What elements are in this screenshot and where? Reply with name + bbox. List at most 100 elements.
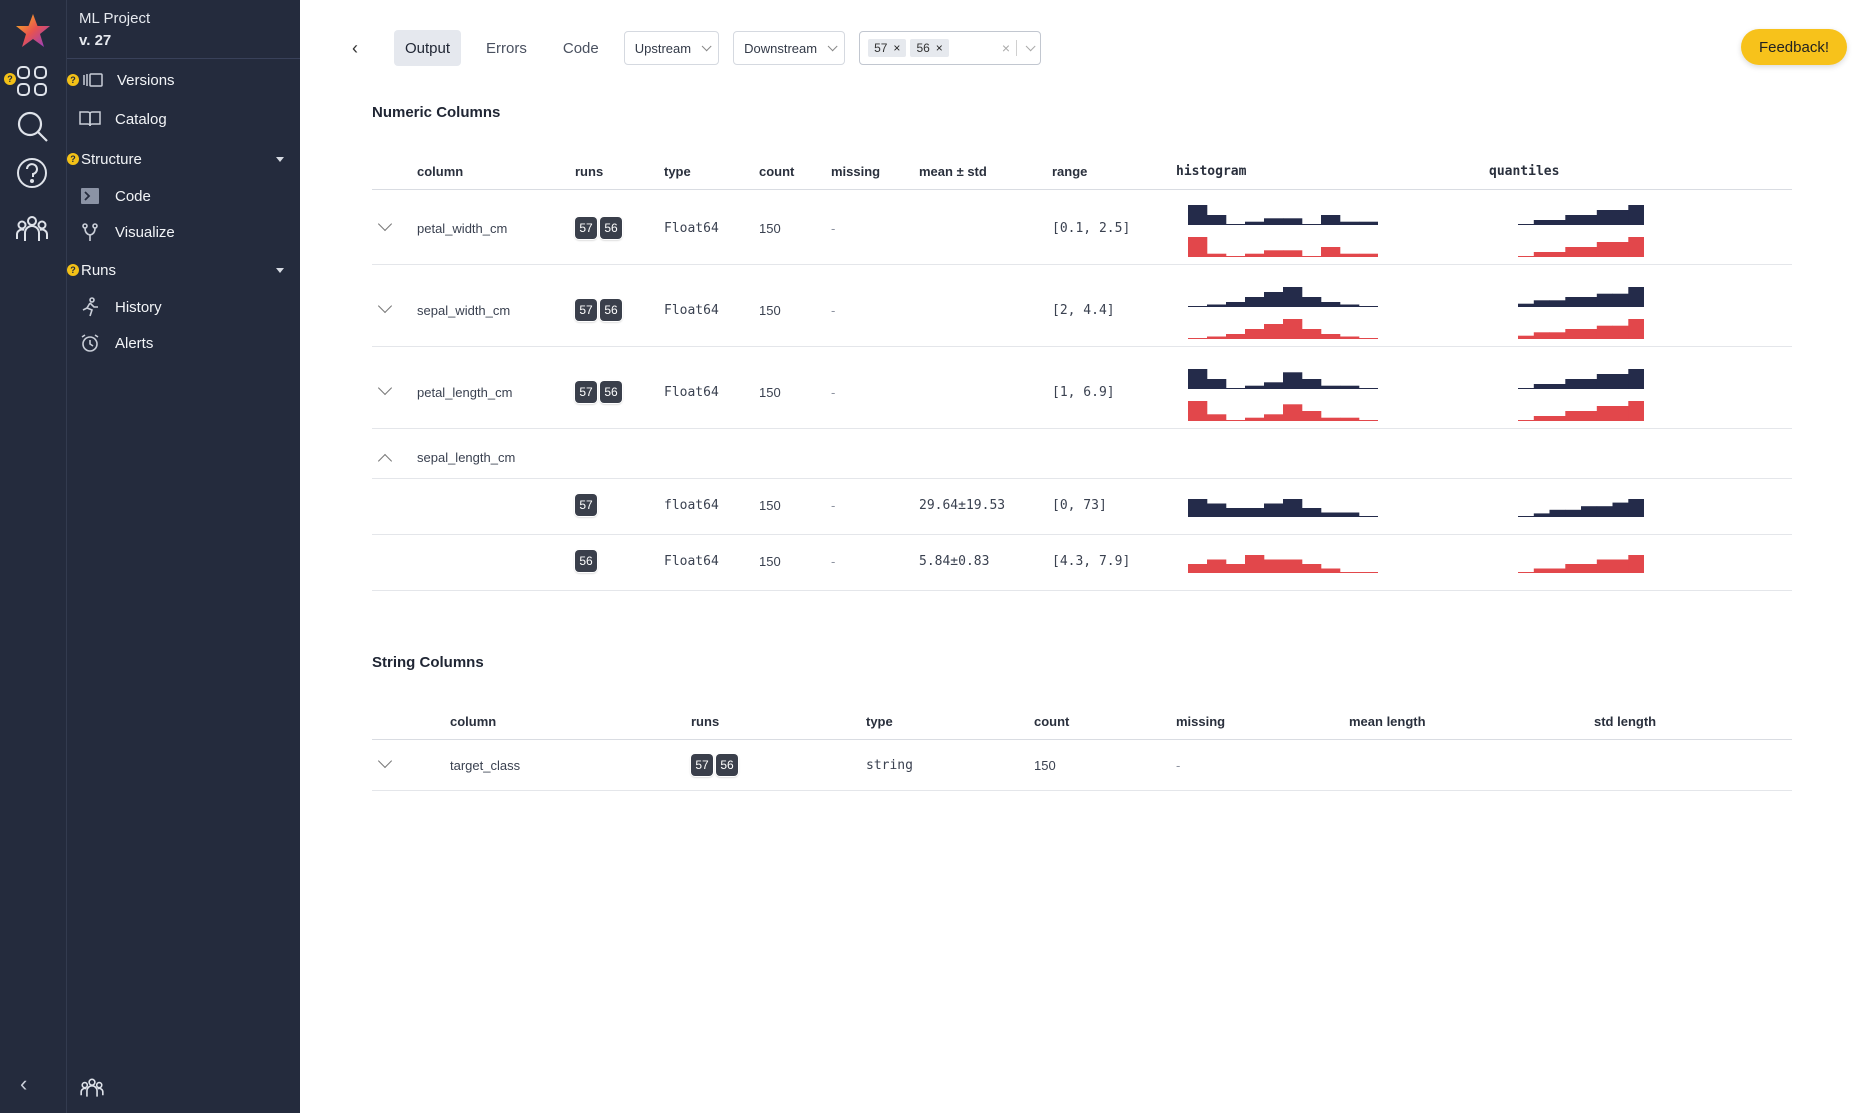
sidebar-item-code[interactable]: Code — [79, 181, 151, 211]
sidebar-group-runs[interactable]: ? Runs — [67, 257, 300, 283]
histogram-chart — [1188, 499, 1378, 517]
missing-value: - — [831, 498, 836, 513]
collapse-row-icon[interactable] — [377, 453, 393, 469]
run-multiselect[interactable]: 57 × 56 × × — [859, 31, 1042, 65]
type-value: string — [866, 758, 913, 773]
sidebar-item-label: History — [115, 298, 162, 316]
expand-row-icon[interactable] — [377, 380, 393, 396]
clear-selection-icon[interactable]: × — [996, 40, 1018, 56]
histogram-bar — [1207, 559, 1227, 573]
numeric-subrow: 56 Float64 150 - 5.84±0.83 [4.3, 7.9] — [372, 535, 1792, 591]
quantiles-chart — [1518, 555, 1644, 573]
quantiles-bottom-bar — [1565, 329, 1582, 339]
run-badge: 57 — [691, 754, 713, 776]
chevron-down-icon[interactable] — [1025, 40, 1036, 51]
sidebar-item-label: Code — [115, 187, 151, 205]
quantiles-bottom-bar — [1549, 416, 1566, 421]
header-missing: missing — [1176, 714, 1226, 729]
histogram-bottom-bar — [1264, 250, 1284, 257]
numeric-row[interactable]: petal_length_cm 57 56 Float64 150 - [1, 6… — [372, 347, 1792, 429]
histogram-bottom-bar — [1245, 329, 1265, 339]
sidebar-item-history[interactable]: History — [79, 292, 162, 322]
quantiles-bar — [1581, 506, 1598, 517]
app-logo-icon[interactable] — [14, 12, 52, 50]
downstream-dropdown[interactable]: Downstream — [733, 31, 846, 65]
quantiles-bar — [1549, 509, 1566, 517]
run-badge: 57 — [575, 299, 597, 321]
histogram-bottom-bar — [1321, 417, 1341, 421]
numeric-row[interactable]: petal_width_cm 57 56 Float64 150 - [0.1, … — [372, 183, 1792, 265]
quantiles-bar — [1596, 506, 1613, 517]
histogram-bar — [1321, 512, 1341, 517]
header-histogram: histogram — [1176, 164, 1247, 179]
remove-chip-icon[interactable]: × — [936, 41, 943, 55]
histogram-bottom-bar — [1264, 324, 1284, 339]
numeric-row[interactable]: sepal_width_cm 57 56 Float64 150 - [2, 4.… — [372, 265, 1792, 347]
downstream-label: Downstream — [744, 40, 818, 56]
histogram-bottom-bar — [1226, 334, 1246, 339]
quantiles-bottom-bar — [1581, 247, 1598, 257]
quantiles-top-bar — [1628, 287, 1644, 307]
quantiles-bottom-bar — [1596, 406, 1613, 421]
back-icon[interactable]: ‹ — [352, 38, 376, 59]
histogram-bottom-bar — [1245, 417, 1265, 421]
expand-row-icon[interactable] — [377, 216, 393, 232]
quantiles-bottom-chart — [1518, 237, 1644, 257]
tab-errors[interactable]: Errors — [475, 30, 538, 66]
quantiles-bar — [1581, 564, 1598, 573]
expand-row-icon[interactable] — [377, 753, 393, 769]
tab-output[interactable]: Output — [394, 30, 462, 66]
apps-grid-icon[interactable] — [14, 63, 50, 99]
histogram-top-bar — [1359, 221, 1378, 225]
runner-icon — [79, 296, 101, 318]
histogram-top-bar — [1207, 304, 1227, 307]
feedback-button[interactable]: Feedback! — [1740, 29, 1847, 65]
histogram-top-bar — [1188, 205, 1208, 225]
sidebar-item-catalog[interactable]: Catalog — [79, 104, 167, 134]
project-sidebar: ML Project v. 27 ? Versions Catalog ? St… — [67, 0, 300, 1113]
missing-value: - — [831, 221, 836, 236]
main-content: ‹ Output Errors Code Upstream Downstream… — [300, 0, 1852, 1113]
run-badge: 57 — [575, 494, 597, 516]
count-value: 150 — [759, 221, 781, 236]
numeric-row-expanded[interactable]: sepal_length_cm — [372, 436, 1792, 479]
chevron-down-icon — [827, 40, 838, 51]
run-chip-label: 57 — [874, 41, 888, 55]
histogram-top-bar — [1264, 382, 1284, 389]
missing-value: - — [831, 385, 836, 400]
mean-std-value: 5.84±0.83 — [919, 554, 990, 569]
numeric-subrow: 57 float64 150 - 29.64±19.53 [0, 73] — [372, 479, 1792, 535]
histogram-bottom-bar — [1188, 237, 1208, 257]
sidebar-item-visualize[interactable]: Visualize — [79, 217, 175, 247]
sidebar-item-versions[interactable]: ? Versions — [67, 65, 175, 95]
tab-code[interactable]: Code — [552, 30, 610, 66]
sidebar-group-structure[interactable]: ? Structure — [67, 146, 300, 172]
histogram-bottom-bar — [1359, 253, 1378, 257]
book-icon — [79, 108, 101, 130]
histogram-top-bar — [1207, 215, 1227, 225]
histogram-top-chart — [1188, 369, 1378, 389]
expand-row-icon[interactable] — [377, 298, 393, 314]
team-settings-icon[interactable] — [79, 1075, 105, 1101]
quantiles-bar — [1565, 509, 1582, 517]
run-badges: 57 — [575, 494, 600, 516]
range-value: [4.3, 7.9] — [1052, 554, 1131, 569]
help-icon[interactable] — [14, 155, 50, 191]
search-icon[interactable] — [14, 108, 50, 144]
upstream-dropdown[interactable]: Upstream — [623, 31, 720, 65]
remove-chip-icon[interactable]: × — [893, 41, 900, 55]
sidebar-group-label: Runs — [81, 261, 117, 279]
histogram-bar — [1264, 559, 1284, 573]
quantiles-bottom-bar — [1533, 416, 1550, 421]
header-column: column — [417, 164, 464, 179]
string-row[interactable]: target_class 57 56 string 150 - — [372, 741, 1792, 791]
count-value: 150 — [1034, 758, 1056, 773]
collapse-sidebar-icon[interactable]: ‹ — [20, 1071, 27, 1097]
histogram-top-chart — [1188, 205, 1378, 225]
missing-value: - — [831, 303, 836, 318]
sidebar-item-alerts[interactable]: Alerts — [79, 328, 153, 358]
run-badge: 57 — [575, 217, 597, 239]
histogram-top-bar — [1283, 218, 1303, 225]
missing-value: - — [831, 554, 836, 569]
team-icon[interactable] — [14, 211, 50, 247]
